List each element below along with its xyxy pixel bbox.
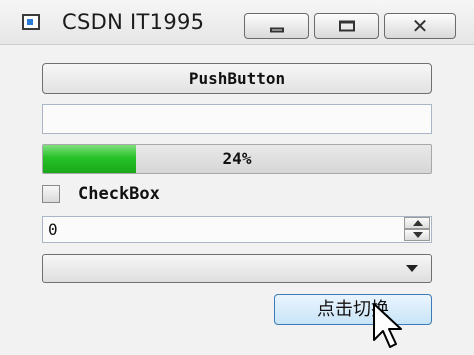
progress-text: 24% <box>222 149 252 168</box>
combo-box[interactable] <box>42 254 432 283</box>
line-edit-input[interactable] <box>42 104 432 134</box>
mouse-cursor-icon <box>373 303 402 348</box>
arrow-up-icon <box>413 220 423 226</box>
spin-up-button[interactable] <box>404 217 430 229</box>
spinbox-value[interactable]: 0 <box>48 217 58 242</box>
arrow-down-icon <box>413 232 423 238</box>
progress-bar: 24% <box>42 144 432 174</box>
push-button[interactable]: PushButton <box>42 63 432 94</box>
spin-down-button[interactable] <box>404 229 430 241</box>
switch-button[interactable]: 点击切换 <box>274 294 432 325</box>
minimize-button[interactable] <box>244 13 309 39</box>
close-icon: ✕ <box>411 14 429 38</box>
checkbox[interactable] <box>42 185 60 203</box>
checkbox-label[interactable]: CheckBox <box>78 183 160 205</box>
maximize-button[interactable] <box>314 13 379 39</box>
close-button[interactable]: ✕ <box>384 13 456 39</box>
maximize-icon <box>338 20 355 32</box>
title-bar: CSDN IT1995 ✕ <box>0 0 474 45</box>
minimize-icon <box>269 27 284 33</box>
spinbox[interactable]: 0 <box>42 216 432 243</box>
window-title: CSDN IT1995 <box>62 10 205 34</box>
app-window-icon <box>22 14 40 30</box>
dropdown-arrow-icon <box>406 265 418 272</box>
